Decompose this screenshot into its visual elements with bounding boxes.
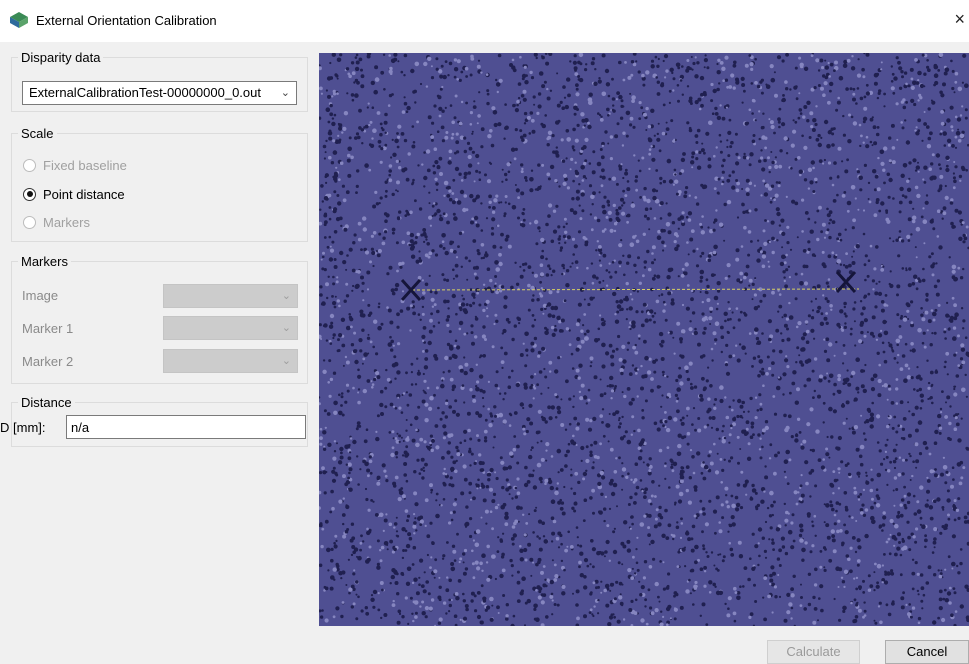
marker-2-label: Marker 2 [22,354,74,369]
distance-label: Distance [21,395,72,410]
measurement-overlay [400,270,860,302]
scale-label: Scale [21,126,54,141]
calculate-button[interactable]: Calculate [767,640,860,664]
disparity-select[interactable]: ExternalCalibrationTest-00000000_0.out ⌄ [22,81,297,105]
radio-label: Fixed baseline [43,157,127,173]
distance-field-label: D [mm]: [0,420,46,435]
radio-markers[interactable]: Markers [23,213,90,231]
marker-image-select[interactable]: ⌄ [163,284,298,308]
marker-1-select[interactable]: ⌄ [163,316,298,340]
chevron-down-icon: ⌄ [280,87,290,99]
radio-fixed-baseline[interactable]: Fixed baseline [23,156,127,174]
image-viewer[interactable] [319,53,969,626]
radio-circle [23,215,36,229]
markers-label: Markers [21,254,68,269]
disparity-label: Disparity data [21,50,101,65]
title-bar: External Orientation Calibration × [0,0,969,42]
distance-input[interactable] [66,415,306,439]
radio-circle [23,187,36,201]
disparity-select-value: ExternalCalibrationTest-00000000_0.out [29,85,261,100]
radio-circle [23,158,36,172]
radio-label: Point distance [43,186,125,202]
chevron-down-icon: ⌄ [281,290,291,302]
measurement-line [411,288,860,291]
close-icon[interactable]: × [954,9,965,30]
app-logo-icon [10,12,28,28]
radio-label: Markers [43,214,90,230]
cancel-button[interactable]: Cancel [885,640,969,664]
cross-marker-icon[interactable] [835,270,857,294]
marker-2-select[interactable]: ⌄ [163,349,298,373]
marker-image-label: Image [22,288,59,303]
radio-point-distance[interactable]: Point distance [23,185,125,203]
marker-1-label: Marker 1 [22,321,74,336]
chevron-down-icon: ⌄ [281,322,291,334]
chevron-down-icon: ⌄ [281,355,291,367]
window-title: External Orientation Calibration [36,13,217,28]
